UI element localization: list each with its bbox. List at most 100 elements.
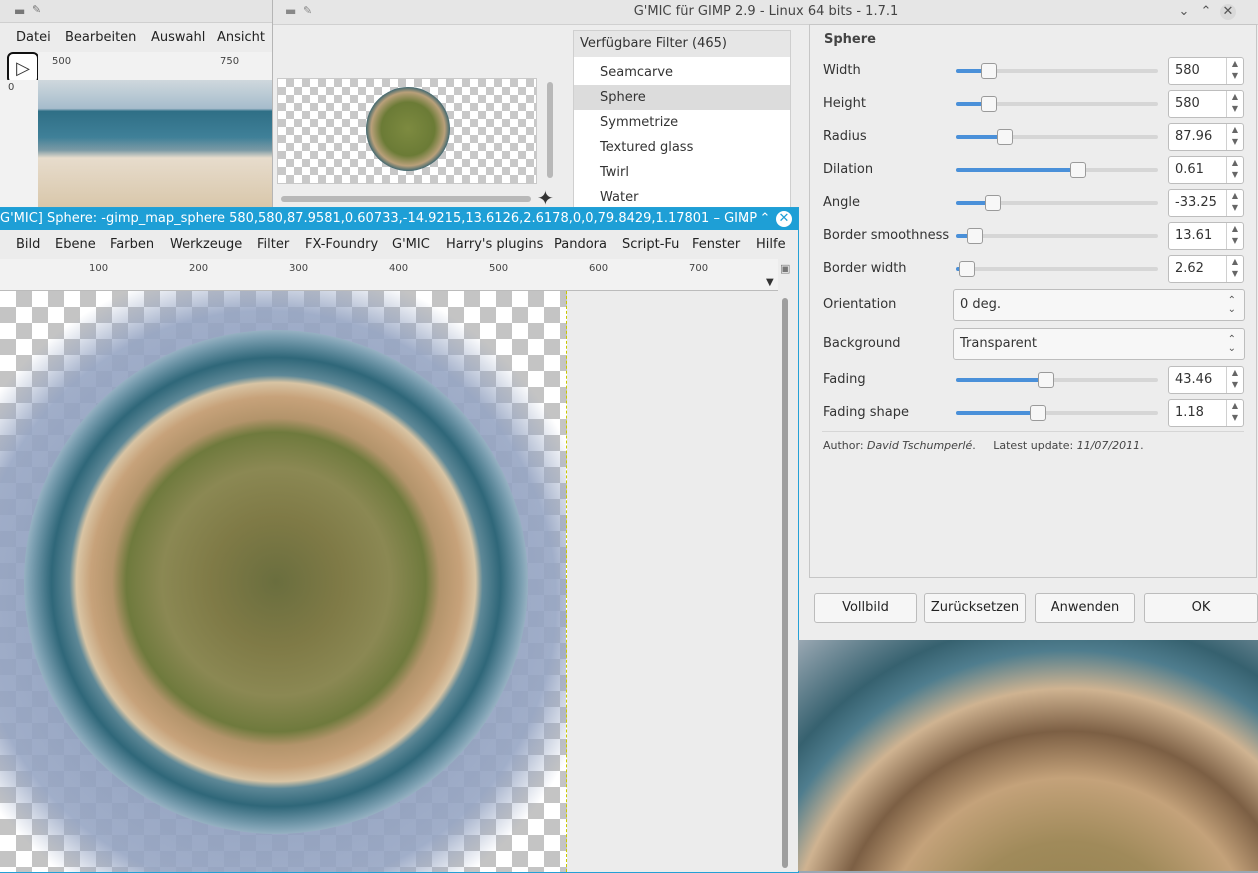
filter-preview[interactable] xyxy=(277,78,537,184)
background-window-titlebar[interactable]: ▬ ✎ xyxy=(0,0,272,23)
slider-knob[interactable] xyxy=(1037,372,1054,388)
fullscreen-button[interactable]: Vollbild xyxy=(814,593,917,623)
param-row-dilation: Dilation 0.61 ▲ ▼ xyxy=(810,154,1256,184)
height-spinbox[interactable]: 580 ▲ ▼ xyxy=(1168,90,1244,118)
param-row-fading: Fading 43.46 ▲ ▼ xyxy=(810,364,1256,394)
width-spinbox[interactable]: 580 ▲ ▼ xyxy=(1168,57,1244,85)
menu-werkzeuge[interactable]: Werkzeuge xyxy=(170,237,242,252)
param-label: Width xyxy=(823,63,861,78)
menu-gmic[interactable]: G'MIC xyxy=(392,237,430,252)
gmic-maximize-icon[interactable]: ⌃ xyxy=(1198,4,1214,20)
reset-button[interactable]: Zurücksetzen xyxy=(924,593,1026,623)
border-smoothness-slider[interactable] xyxy=(956,228,1158,244)
menu-pandora[interactable]: Pandora xyxy=(554,237,607,252)
spin-arrows-icon[interactable]: ▲ ▼ xyxy=(1226,58,1243,84)
menu-bearbeiten[interactable]: Bearbeiten xyxy=(65,30,136,45)
spin-arrows-icon[interactable]: ▲ ▼ xyxy=(1226,367,1243,393)
spin-arrows-icon[interactable]: ▲ ▼ xyxy=(1226,190,1243,216)
dilation-spinbox[interactable]: 0.61 ▲ ▼ xyxy=(1168,156,1244,184)
background-gimp-window: ▬ ✎ Datei Bearbeiten Auswahl Ansicht ▷ 5… xyxy=(0,0,273,210)
filter-item-label: Seamcarve xyxy=(600,65,674,80)
param-label: Fading shape xyxy=(823,405,909,420)
radius-slider[interactable] xyxy=(956,129,1158,145)
minimize-icon[interactable]: ⌄ xyxy=(737,211,753,227)
slider-knob[interactable] xyxy=(959,261,976,277)
param-label: Radius xyxy=(823,129,867,144)
maximize-icon[interactable]: ⌃ xyxy=(757,211,773,227)
apply-button[interactable]: Anwenden xyxy=(1035,593,1135,623)
menu-ebene[interactable]: Ebene xyxy=(55,237,96,252)
background-select[interactable]: Transparent ⌃ ⌄ xyxy=(953,328,1245,360)
menu-ansicht[interactable]: Ansicht xyxy=(217,30,265,45)
beach-photo-canvas[interactable] xyxy=(38,80,272,210)
menu-datei[interactable]: Datei xyxy=(16,30,51,45)
angle-slider[interactable] xyxy=(956,195,1158,211)
slider-knob[interactable] xyxy=(1070,162,1087,178)
fading-slider[interactable] xyxy=(956,372,1158,388)
menu-hilfe[interactable]: Hilfe xyxy=(756,237,786,252)
main-titlebar[interactable]: G'MIC] Sphere: -gimp_map_sphere 580,580,… xyxy=(0,208,798,230)
filter-item-symmetrize[interactable]: Symmetrize xyxy=(574,110,790,135)
canvas-empty-area[interactable] xyxy=(567,291,778,872)
spin-arrows-icon[interactable]: ▲ ▼ xyxy=(1226,400,1243,426)
menu-bild[interactable]: Bild xyxy=(16,237,40,252)
update-date: 11/07/2011 xyxy=(1076,439,1141,452)
preview-vertical-scrollbar[interactable] xyxy=(547,82,553,178)
height-slider[interactable] xyxy=(956,96,1158,112)
width-slider[interactable] xyxy=(956,63,1158,79)
angle-spinbox[interactable]: -33.25 ▲ ▼ xyxy=(1168,189,1244,217)
spin-arrows-icon[interactable]: ▲ ▼ xyxy=(1226,223,1243,249)
menu-fenster[interactable]: Fenster xyxy=(692,237,740,252)
menu-fx-foundry[interactable]: FX-Foundry xyxy=(305,237,378,252)
filter-item-twirl[interactable]: Twirl xyxy=(574,160,790,185)
pin-icon[interactable]: ✎ xyxy=(32,3,41,16)
spin-arrows-icon[interactable]: ▲ ▼ xyxy=(1226,256,1243,282)
menu-farben[interactable]: Farben xyxy=(110,237,154,252)
filter-item-label: Textured glass xyxy=(600,140,694,155)
filter-item-seamcarve[interactable]: Seamcarve xyxy=(574,60,790,85)
spin-arrows-icon[interactable]: ▲ ▼ xyxy=(1226,91,1243,117)
slider-knob[interactable] xyxy=(1029,405,1046,421)
parameters-title: Sphere xyxy=(824,32,876,47)
fading-spinbox[interactable]: 43.46 ▲ ▼ xyxy=(1168,366,1244,394)
dilation-slider[interactable] xyxy=(956,162,1158,178)
menu-filter[interactable]: Filter xyxy=(257,237,289,252)
spin-arrows-icon[interactable]: ▲ ▼ xyxy=(1226,157,1243,183)
slider-knob[interactable] xyxy=(985,195,1002,211)
close-icon[interactable]: ✕ xyxy=(776,211,792,227)
menu-script-fu[interactable]: Script-Fu xyxy=(622,237,679,252)
border-width-slider[interactable] xyxy=(956,261,1158,277)
filter-item-textured-glass[interactable]: Textured glass xyxy=(574,135,790,160)
navigate-corner-icon[interactable]: ▣ xyxy=(780,262,790,275)
spin-arrows-icon[interactable]: ▲ ▼ xyxy=(1226,124,1243,150)
gmic-close-icon[interactable]: ✕ xyxy=(1220,4,1236,20)
slider-knob[interactable] xyxy=(967,228,984,244)
vertical-scrollbar[interactable] xyxy=(782,298,788,868)
vruler-tick: 0 xyxy=(8,82,15,93)
orientation-select[interactable]: 0 deg. ⌃ ⌄ xyxy=(953,289,1245,321)
fading-shape-spinbox[interactable]: 1.18 ▲ ▼ xyxy=(1168,399,1244,427)
spin-value: 0.61 xyxy=(1175,162,1204,177)
filter-item-sphere[interactable]: Sphere xyxy=(574,85,790,110)
gmic-titlebar[interactable]: ▬ ✎ G'MIC für GIMP 2.9 - Linux 64 bits -… xyxy=(273,0,1258,25)
spin-value: 2.62 xyxy=(1175,261,1204,276)
slider-knob[interactable] xyxy=(981,96,998,112)
border-width-spinbox[interactable]: 2.62 ▲ ▼ xyxy=(1168,255,1244,283)
preview-horizontal-scrollbar[interactable] xyxy=(281,196,531,202)
border-smoothness-spinbox[interactable]: 13.61 ▲ ▼ xyxy=(1168,222,1244,250)
slider-knob[interactable] xyxy=(981,63,998,79)
horizontal-ruler: 100 200 300 400 500 600 700 ▼ xyxy=(0,259,778,291)
spin-value: 13.61 xyxy=(1175,228,1213,243)
param-row-radius: Radius 87.96 ▲ ▼ xyxy=(810,121,1256,151)
param-row-orientation: Orientation 0 deg. ⌃ ⌄ xyxy=(810,289,1256,321)
ok-button[interactable]: OK xyxy=(1144,593,1258,623)
menu-auswahl[interactable]: Auswahl xyxy=(151,30,205,45)
gmic-minimize-icon[interactable]: ⌄ xyxy=(1176,4,1192,20)
menu-harrys-plugins[interactable]: Harry's plugins xyxy=(446,237,543,252)
param-row-fading-shape: Fading shape 1.18 ▲ ▼ xyxy=(810,397,1256,427)
slider-knob[interactable] xyxy=(997,129,1014,145)
filter-list-header[interactable]: Verfügbare Filter (465) xyxy=(573,30,791,58)
radius-spinbox[interactable]: 87.96 ▲ ▼ xyxy=(1168,123,1244,151)
spin-value: 43.46 xyxy=(1175,372,1213,387)
fading-shape-slider[interactable] xyxy=(956,405,1158,421)
